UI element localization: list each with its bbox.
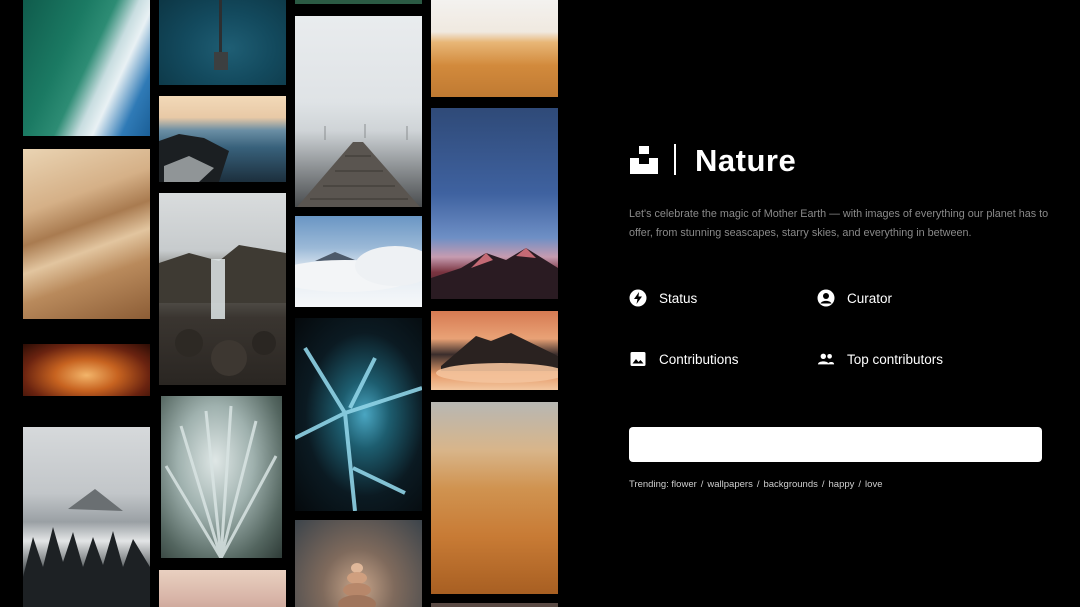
photo-waterfall[interactable] — [159, 193, 286, 385]
photo-frosty-plant[interactable] — [161, 396, 282, 558]
pier-shape — [214, 0, 228, 72]
user-circle-icon — [817, 289, 835, 307]
rocks-shape — [159, 134, 229, 182]
photo-desert-dunes[interactable] — [23, 149, 150, 319]
waterfall-shape — [159, 245, 286, 376]
photo-aerial-coast[interactable] — [23, 0, 150, 136]
stat-contributions: Contributions — [629, 350, 739, 368]
photo-stacked-stones[interactable] — [295, 520, 422, 607]
stones-shape — [338, 563, 376, 607]
trending-separator: / — [858, 479, 862, 490]
trending-link-flower[interactable]: flower — [671, 479, 696, 490]
stat-top-contributors: Top contributors — [817, 350, 943, 368]
trending-link-wallpapers[interactable]: wallpapers — [707, 479, 752, 490]
people-icon — [817, 350, 835, 368]
mountain-shape — [431, 248, 558, 299]
photo-frozen-ice[interactable] — [295, 318, 422, 511]
photo-bottom-strip[interactable] — [431, 603, 558, 607]
stat-contributions-label: Contributions — [659, 351, 739, 367]
photo-forest-edge[interactable] — [295, 0, 422, 4]
logo-divider — [674, 144, 676, 175]
bolt-icon — [629, 289, 647, 307]
photo-rocky-shore[interactable] — [159, 96, 286, 182]
trending-link-backgrounds[interactable]: backgrounds — [763, 479, 817, 490]
photo-grid — [0, 0, 568, 607]
ice-crack-shape — [295, 346, 422, 511]
collection-description: Let's celebrate the magic of Mother Eart… — [629, 208, 1049, 239]
stat-status-label: Status — [659, 290, 698, 306]
mountain-silhouette — [23, 489, 150, 607]
stat-curator: Curator — [817, 289, 892, 307]
plant-shape — [164, 405, 278, 558]
cloud-mountain-shape — [436, 333, 558, 383]
trending-link-happy[interactable]: happy — [829, 479, 855, 490]
trending-label: Trending: — [629, 479, 669, 490]
stat-status: Status — [629, 289, 697, 307]
trending-separator: / — [700, 479, 704, 490]
trending-link-love[interactable]: love — [865, 479, 882, 490]
photo-snowy-peak[interactable] — [295, 216, 422, 307]
unsplash-logo-icon[interactable] — [630, 146, 658, 174]
stat-top-contributors-label: Top contributors — [847, 351, 944, 367]
image-icon — [629, 350, 647, 368]
photo-pink-sky[interactable] — [159, 570, 286, 607]
photo-sand-ripples[interactable] — [431, 402, 558, 594]
trending-bar: Trending: flower / wallpapers / backgrounds /… — [629, 479, 882, 490]
boardwalk-shape — [297, 124, 420, 207]
photo-sand-dune-sky[interactable] — [431, 0, 558, 97]
photo-mountain-dusk[interactable] — [431, 108, 558, 299]
collection-title: Nature — [695, 143, 797, 178]
stat-curator-label: Curator — [847, 290, 893, 306]
peak-shape — [295, 246, 422, 292]
photo-mountain-clouds[interactable] — [431, 311, 558, 390]
photo-misty-forest[interactable] — [23, 427, 150, 607]
photo-boardwalk-fog[interactable] — [295, 16, 422, 207]
trending-separator: / — [756, 479, 760, 490]
trending-separator: / — [821, 479, 825, 490]
photo-canyon-glow[interactable] — [23, 344, 150, 396]
search-input[interactable] — [629, 427, 1042, 462]
